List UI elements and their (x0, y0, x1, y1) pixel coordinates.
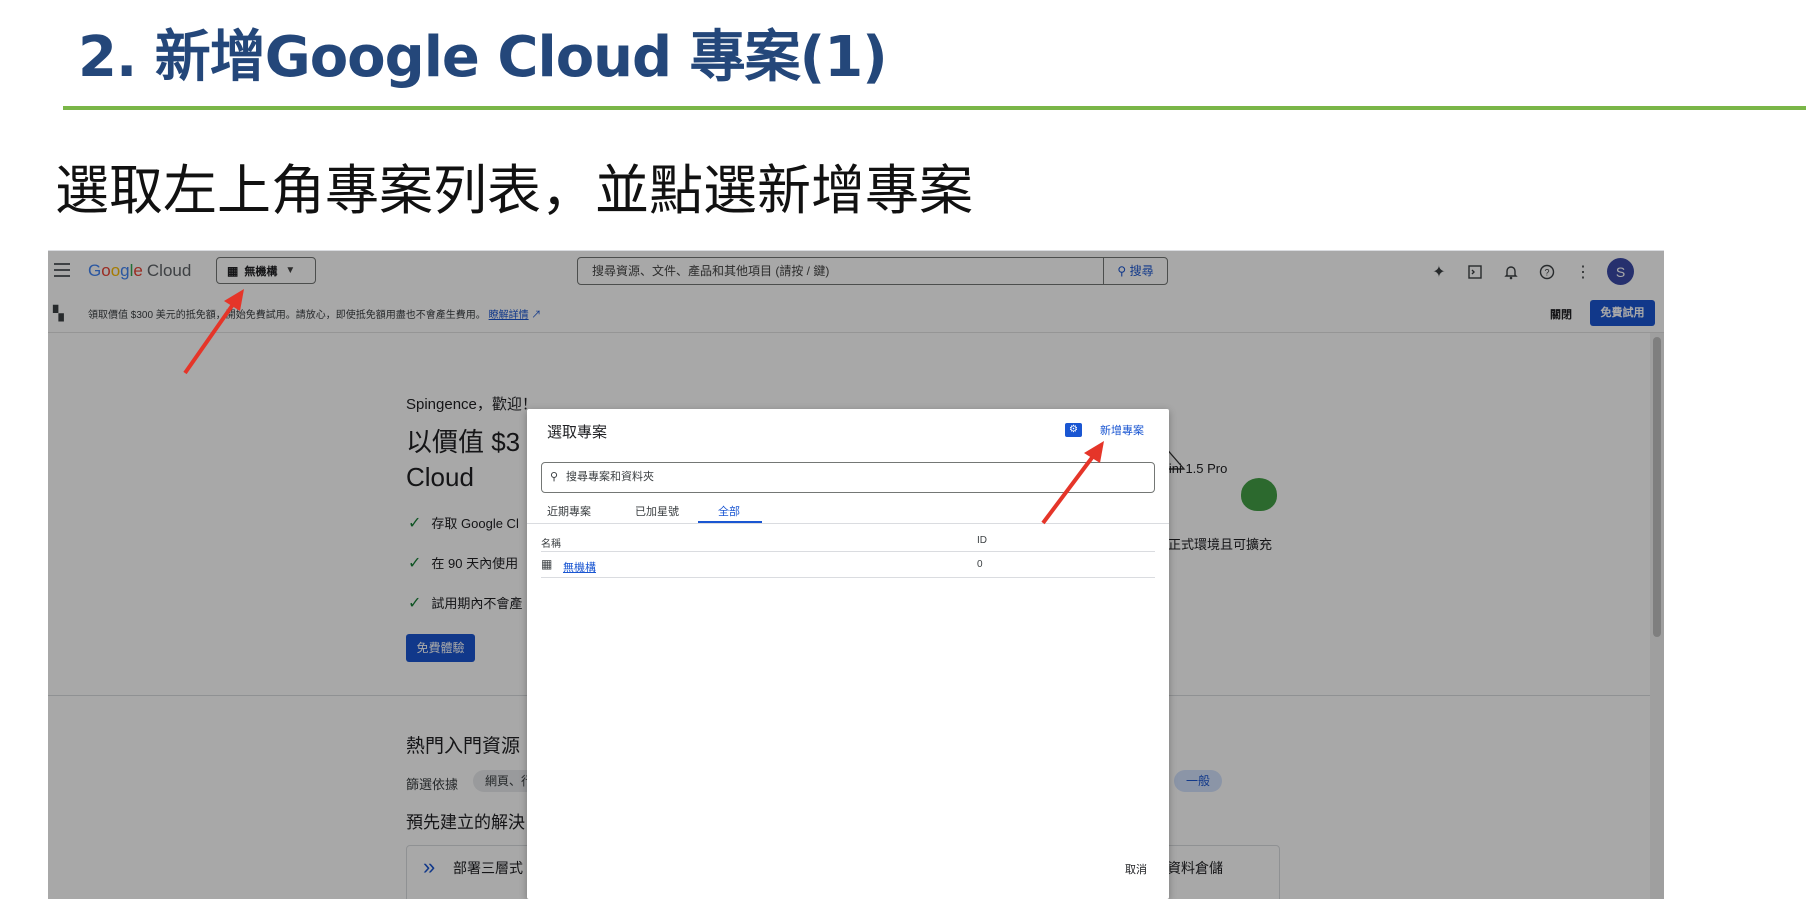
column-header-name: 名稱 (541, 539, 561, 550)
tab-starred[interactable]: 已加星號 (635, 503, 679, 519)
select-project-dialog: 選取專案 ⚙ 新增專案 ⚲ 搜尋專案和資料夾 近期專案 已加星號 全部 名稱 I… (527, 409, 1169, 899)
dialog-title: 選取專案 (547, 424, 608, 441)
building-icon: ▦ (541, 557, 553, 571)
slide-subtitle: 選取左上角專案列表，並點選新增專案 (55, 159, 973, 222)
cancel-button[interactable]: 取消 (1125, 861, 1147, 877)
project-tabs: 近期專案 已加星號 全部 (527, 497, 1169, 524)
project-row-name[interactable]: 無機構 (563, 559, 596, 575)
console-screenshot: Google Cloud ▦ 無機構 ▼ 搜尋資源、文件、產品和其他項目 (請按 … (48, 250, 1664, 899)
project-search-input[interactable]: ⚲ 搜尋專案和資料夾 (541, 462, 1155, 493)
tab-recent[interactable]: 近期專案 (547, 503, 591, 519)
row-divider (541, 577, 1155, 578)
active-tab-indicator (698, 521, 762, 523)
slide-title: 2. 新增Google Cloud 專案(1) (78, 25, 888, 90)
search-icon: ⚲ (550, 471, 559, 483)
project-row-id: 0 (977, 559, 983, 570)
title-underline (63, 106, 1806, 110)
tab-all[interactable]: 全部 (718, 503, 740, 519)
header-divider (541, 551, 1155, 552)
column-header-id: ID (977, 535, 987, 546)
manage-resources-icon[interactable]: ⚙ (1065, 423, 1082, 437)
new-project-button[interactable]: 新增專案 (1100, 422, 1144, 438)
